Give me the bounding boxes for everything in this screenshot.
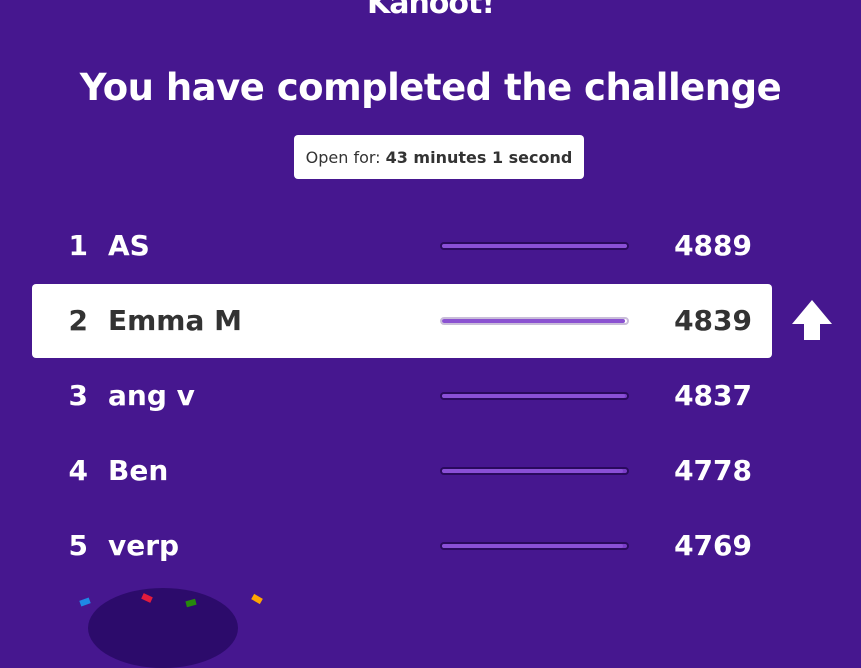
- leaderboard-row: 5 verp 4769: [32, 509, 772, 583]
- arrow-up-icon: [792, 300, 832, 340]
- player-score: 4839: [674, 304, 752, 337]
- confetti-piece: [141, 593, 153, 603]
- player-name: verp: [108, 529, 180, 562]
- player-name: Emma M: [108, 304, 242, 337]
- leaderboard-row: 3 ang v 4837: [32, 359, 772, 433]
- rank-number: 1: [68, 229, 88, 262]
- player-name: ang v: [108, 379, 195, 412]
- player-score: 4837: [674, 379, 752, 412]
- score-progress-bar: [440, 392, 629, 400]
- player-score: 4889: [674, 229, 752, 262]
- player-name: AS: [108, 229, 150, 262]
- score-progress-bar: [440, 317, 629, 325]
- score-progress-fill: [442, 319, 626, 323]
- leaderboard-row: 4 Ben 4778: [32, 434, 772, 508]
- score-progress-bar: [440, 242, 629, 250]
- confetti-piece: [185, 598, 197, 608]
- player-name: Ben: [108, 454, 169, 487]
- leaderboard-row-current-player: 2 Emma M 4839: [32, 284, 772, 358]
- score-progress-fill: [442, 469, 624, 473]
- leaderboard: 1 AS 4889 2 Emma M 4839 3 ang v 4837 4 B…: [0, 0, 861, 609]
- player-score: 4778: [674, 454, 752, 487]
- player-score: 4769: [674, 529, 752, 562]
- leaderboard-row: 1 AS 4889: [32, 209, 772, 283]
- score-progress-fill: [442, 394, 626, 398]
- confetti-piece: [251, 593, 263, 605]
- score-progress-bar: [440, 467, 629, 475]
- score-progress-fill: [442, 544, 624, 548]
- score-progress-fill: [442, 244, 627, 248]
- rank-number: 4: [68, 454, 88, 487]
- confetti-piece: [79, 597, 91, 607]
- rank-number: 3: [68, 379, 88, 412]
- confetti: [60, 585, 300, 615]
- rank-number: 5: [68, 529, 88, 562]
- rank-number: 2: [68, 304, 88, 337]
- score-progress-bar: [440, 542, 629, 550]
